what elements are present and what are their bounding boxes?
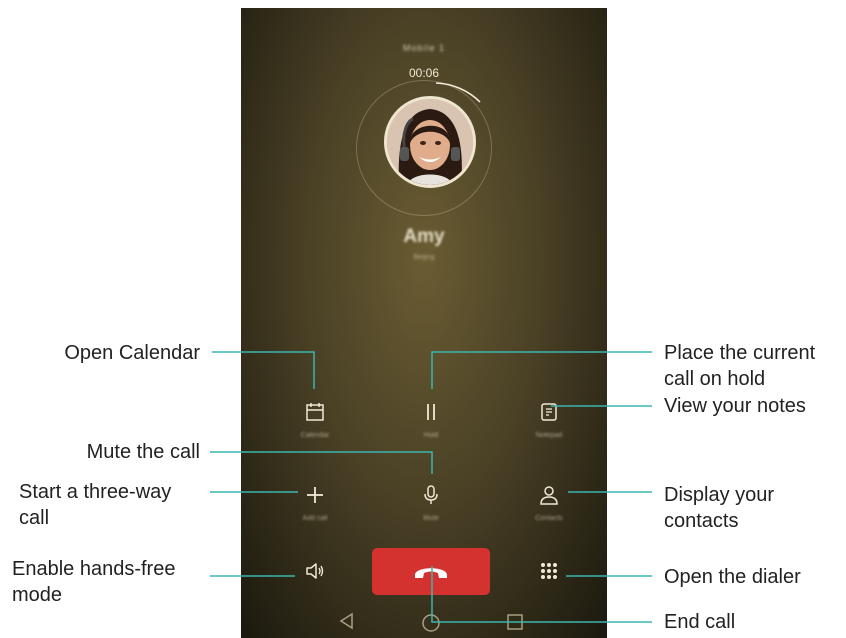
annotation-handsfree-line1: Enable hands-free [12, 558, 176, 580]
annotation-open-calendar: Open Calendar [64, 342, 200, 364]
annotation-hold-line2: call on hold [664, 368, 766, 390]
annotation-contacts-line1: Display your [664, 484, 775, 506]
annotation-contacts-line2: contacts [664, 510, 739, 532]
annotation-hold-line1: Place the current [664, 342, 816, 364]
annotation-three-way-line1: Start a three-way [19, 481, 172, 503]
annotation-open-dialer: Open the dialer [664, 566, 801, 588]
annotation-mute: Mute the call [86, 441, 200, 463]
annotation-end-call: End call [664, 611, 736, 633]
annotation-view-notes: View your notes [664, 395, 806, 417]
annotation-handsfree-line2: mode [12, 584, 63, 606]
callout-lines [210, 351, 652, 623]
annotation-three-way-line2: call [19, 507, 50, 529]
